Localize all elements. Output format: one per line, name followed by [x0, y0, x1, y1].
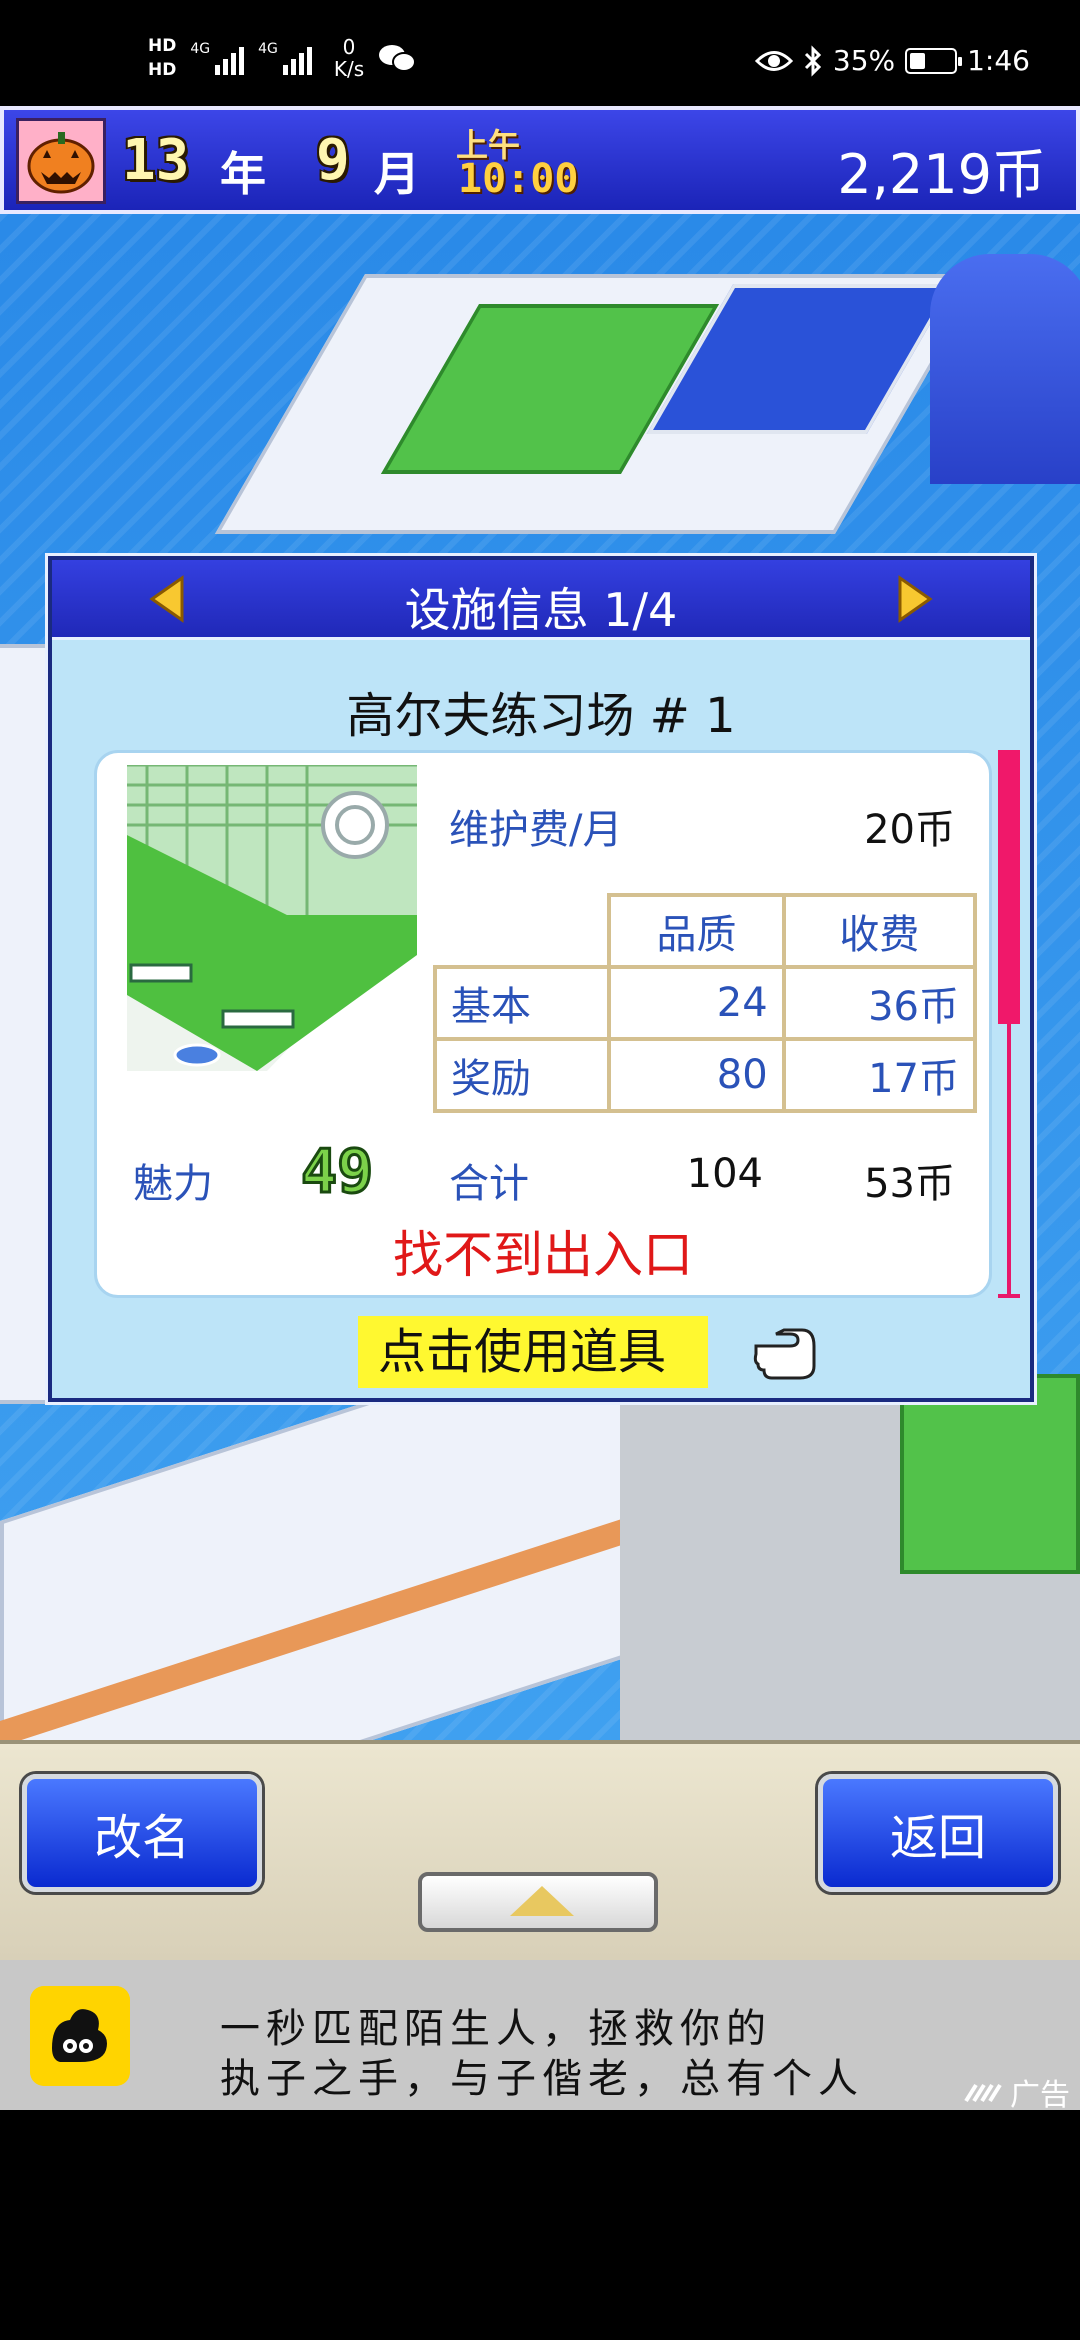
- scrollbar-end-cap: [998, 1294, 1020, 1298]
- up-arrow-icon: [510, 1886, 574, 1916]
- table-row: 基本 24 36币: [432, 965, 978, 1041]
- total-label: 合计: [449, 1161, 529, 1207]
- total-quality: 104: [686, 1151, 763, 1197]
- ad-tag-label: 广告: [1010, 2078, 1070, 2113]
- hd1-label: HD: [148, 36, 177, 56]
- coins-counter: 2,219币: [837, 143, 1046, 206]
- status-left: HD HD 4G 4G 0 K/s: [148, 34, 417, 82]
- sim1-type: 4G: [190, 41, 211, 57]
- game-toolbar: 改名 返回: [0, 1740, 1080, 1960]
- facility-name: 高尔夫练习场 # 1: [346, 688, 736, 744]
- month-unit: 月: [374, 147, 420, 201]
- sim2-signal-icon: 4G: [258, 41, 312, 75]
- net-speed-unit: K/s: [333, 57, 365, 81]
- maintenance-value: 20币: [864, 807, 955, 853]
- clock: 1:46: [967, 44, 1030, 77]
- bluetooth-icon: [804, 44, 821, 77]
- charm-value: 49: [299, 1136, 374, 1209]
- year-number: 13: [122, 128, 190, 193]
- stats-table: 品质 收费 基本 24 36币 奖励 80 17币: [432, 893, 978, 1113]
- expand-button[interactable]: [418, 1872, 658, 1932]
- table-header-row: 品质 收费: [435, 893, 978, 969]
- ad-tag: 广告: [964, 2070, 1070, 2114]
- status-right: 35% 1:46: [754, 44, 1030, 77]
- row-label-bonus: 奖励: [432, 1037, 612, 1113]
- bonus-fee: 17币: [781, 1037, 978, 1113]
- month-number: 9: [316, 128, 350, 193]
- header-quality: 品质: [607, 893, 786, 969]
- pumpkin-icon[interactable]: [16, 118, 106, 204]
- pointing-hand-icon: [753, 1328, 816, 1380]
- status-bar: HD HD 4G 4G 0 K/s 35% 1:46: [0, 0, 1080, 106]
- net-speed-value: 0: [342, 35, 356, 59]
- screen: HD HD 4G 4G 0 K/s 35% 1:46 13 年 9 月 上午 1…: [0, 0, 1080, 2340]
- total-fee: 53币: [864, 1161, 955, 1207]
- facility-detail-card: 维护费/月 20币 品质 收费 基本 24 36币 奖励 80 17币 魅力 4…: [94, 750, 992, 1298]
- eye-icon: [754, 50, 793, 71]
- panel-header: 设施信息 1/4: [52, 560, 1030, 640]
- next-arrow-icon[interactable]: [894, 574, 934, 624]
- header-fee: 收费: [781, 893, 978, 969]
- game-header: 13 年 9 月 上午 10:00 2,219币: [0, 106, 1080, 214]
- golf-range-thumbnail: [127, 765, 417, 1071]
- game-time: 10:00: [458, 156, 579, 202]
- app-logo-icon: [30, 1986, 130, 2086]
- bonus-quality: 80: [607, 1037, 786, 1113]
- battery-percent: 35%: [832, 44, 896, 77]
- rename-button[interactable]: 改名: [22, 1774, 262, 1892]
- basic-fee: 36币: [781, 965, 978, 1041]
- back-button[interactable]: 返回: [818, 1774, 1058, 1892]
- hd2-label: HD: [148, 60, 177, 80]
- ship-funnel: [930, 254, 1080, 484]
- table-row: 奖励 80 17币: [432, 1037, 978, 1113]
- net-speed: 0 K/s: [334, 36, 364, 80]
- sim2-type: 4G: [258, 41, 278, 57]
- row-label-basic: 基本: [432, 965, 612, 1041]
- battery-fill: [910, 52, 926, 69]
- facility-info-panel: 设施信息 1/4 高尔夫练习场 # 1 维护费/月 20币 品质 收费 基本 2…: [48, 556, 1034, 1402]
- sim1-signal-icon: 4G: [190, 41, 245, 75]
- use-item-button[interactable]: 点击使用道具: [358, 1316, 709, 1388]
- maintenance-label: 维护费/月: [449, 807, 623, 853]
- basic-quality: 24: [607, 965, 786, 1041]
- ad-text-line2: 执子之手，与子偕老，总有个人: [220, 2056, 864, 2102]
- panel-title: 设施信息 1/4: [404, 583, 678, 637]
- wechat-icon: [379, 45, 417, 72]
- panel-scrollbar[interactable]: [998, 750, 1020, 1298]
- scrollbar-thumb[interactable]: [998, 750, 1020, 1024]
- year-unit: 年: [220, 147, 266, 201]
- battery-icon: [905, 47, 963, 74]
- hd-indicators: HD HD: [148, 34, 176, 82]
- no-entrance-warning: 找不到出入口: [393, 1226, 693, 1284]
- garden-area: [900, 1374, 1080, 1574]
- ad-banner[interactable]: 一秒匹配陌生人，拯救你的 执子之手，与子偕老，总有个人 广告: [0, 1960, 1080, 2113]
- table-corner: [435, 895, 612, 969]
- charm-label: 魅力: [133, 1161, 213, 1207]
- ad-mark-icon: [964, 2083, 1002, 2103]
